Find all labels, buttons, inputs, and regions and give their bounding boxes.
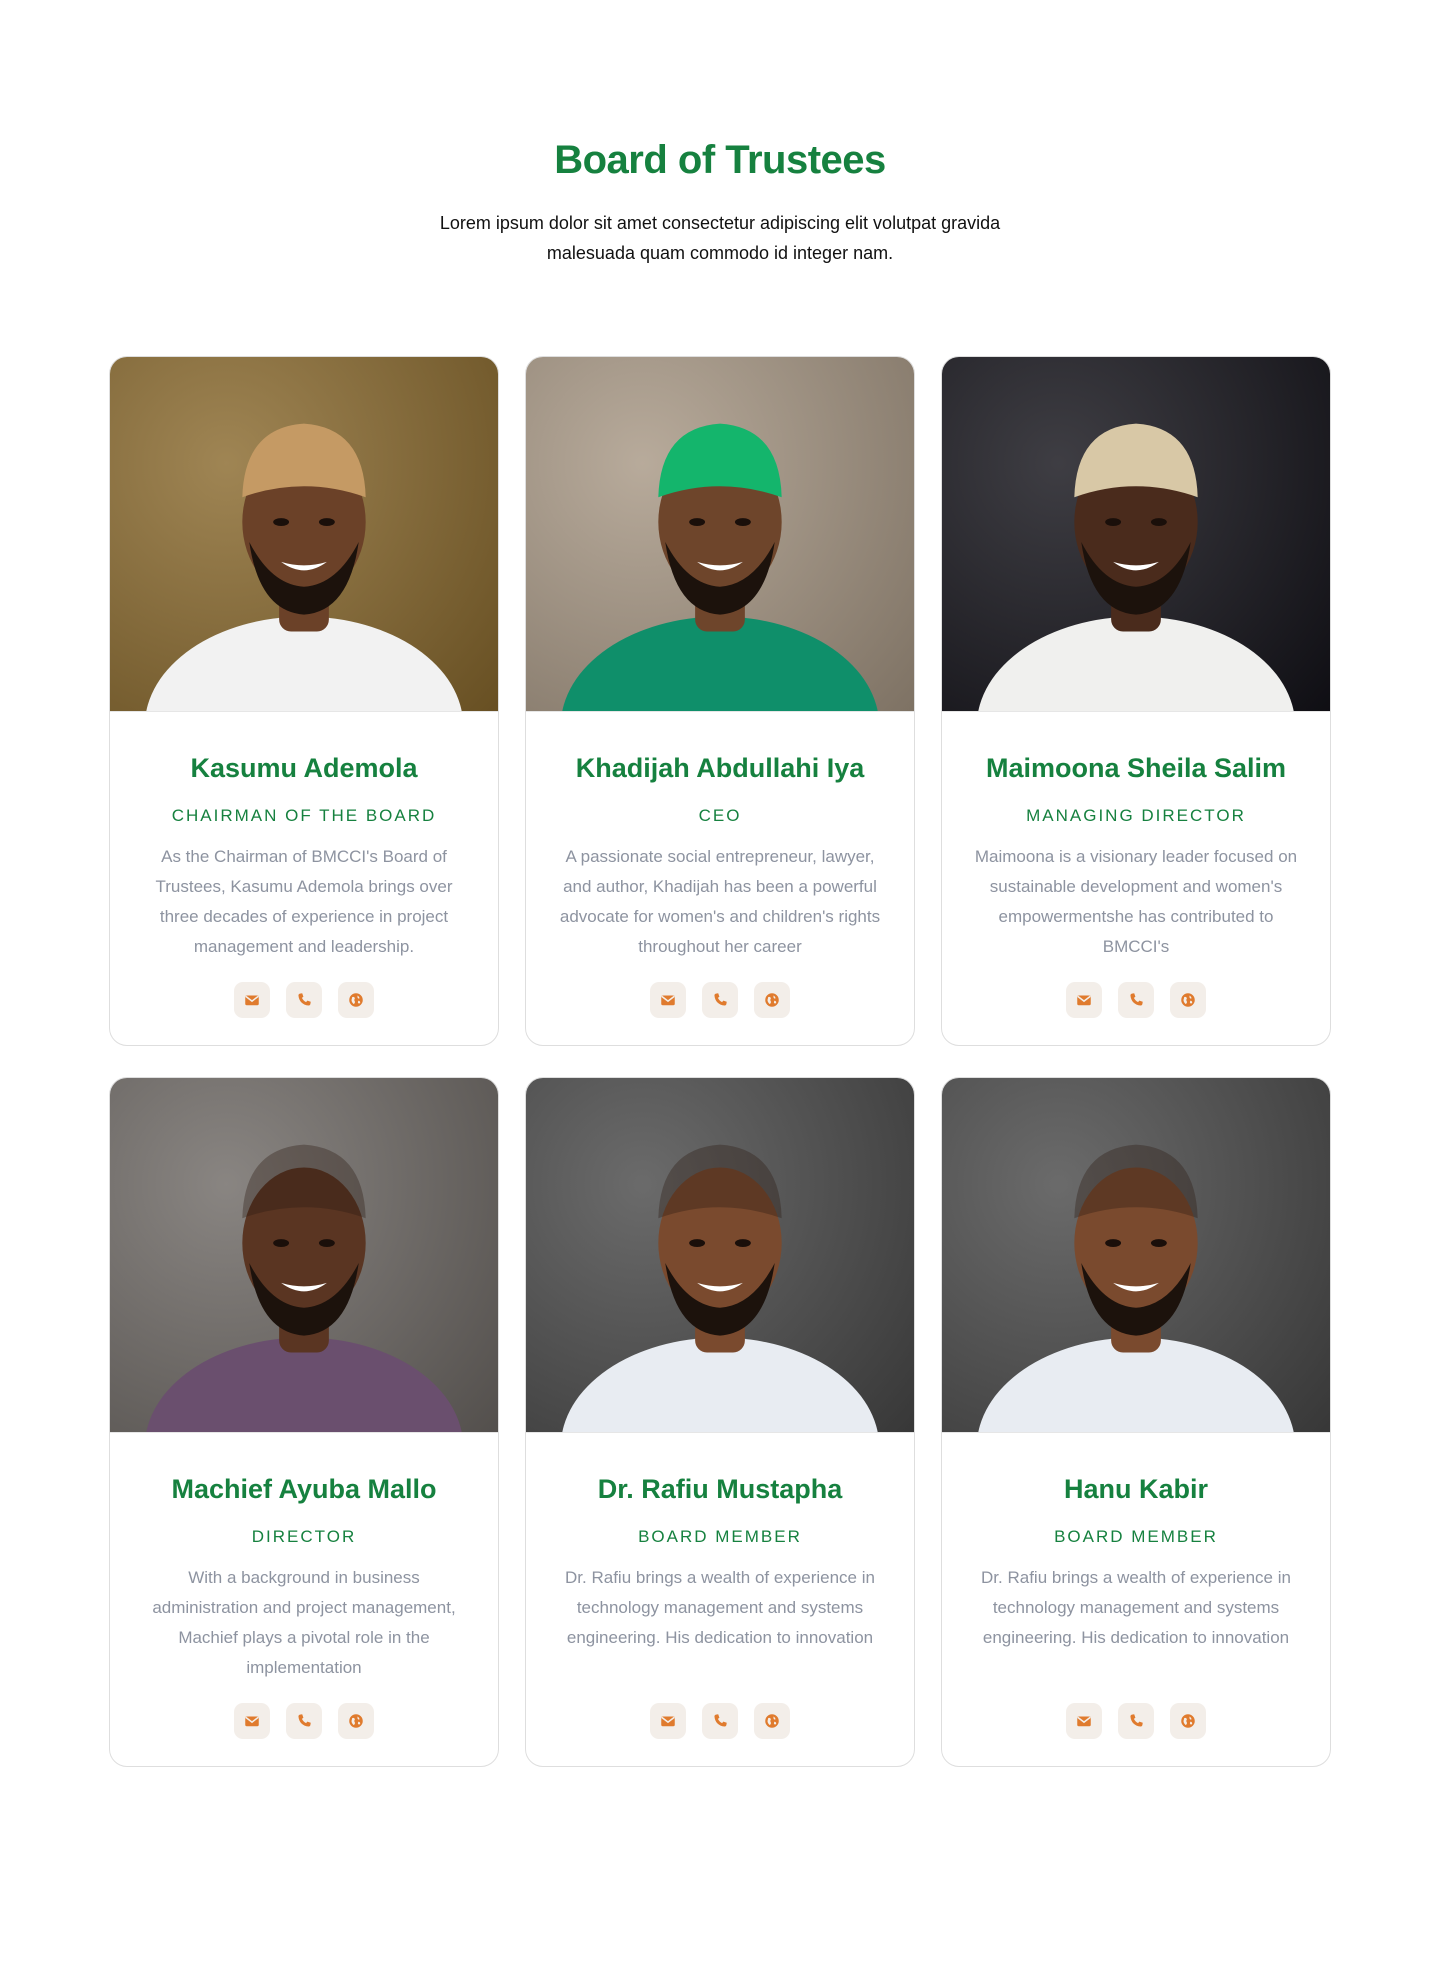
trustee-role: CHAIRMAN OF THE BOARD [171,806,437,825]
envelope-icon [245,995,259,1006]
trustee-card: Dr. Rafiu Mustapha BOARD MEMBER Dr. Rafi… [525,1077,915,1767]
globe-icon [349,1714,363,1728]
trustee-name: Dr. Rafiu Mustapha [597,1474,843,1504]
trustee-card: Kasumu Ademola CHAIRMAN OF THE BOARD As … [109,356,499,1046]
trustee-info: Kasumu Ademola CHAIRMAN OF THE BOARD As … [110,712,498,1018]
trustee-role: BOARD MEMBER [638,1527,802,1546]
envelope-icon [1077,1716,1091,1727]
trustee-role: CEO [698,806,742,825]
contact-icons [966,1703,1306,1739]
phone-button[interactable] [702,1703,738,1739]
phone-icon [298,1714,311,1727]
trustees-grid: Kasumu Ademola CHAIRMAN OF THE BOARD As … [109,356,1331,1767]
trustee-photo [942,357,1330,712]
phone-button[interactable] [1118,982,1154,1018]
globe-icon [1181,993,1195,1007]
phone-button[interactable] [702,982,738,1018]
section-header: Board of Trustees Lorem ipsum dolor sit … [0,128,1440,268]
website-button[interactable] [338,1703,374,1739]
contact-icons [966,982,1306,1018]
contact-icons [134,1703,474,1739]
trustee-bio: Maimoona is a visionary leader focused o… [974,847,1298,956]
email-button[interactable] [650,982,686,1018]
trustee-info: Hanu Kabir BOARD MEMBER Dr. Rafiu brings… [942,1433,1330,1739]
email-button[interactable] [1066,1703,1102,1739]
trustee-info: Machief Ayuba Mallo DIRECTOR With a back… [110,1433,498,1739]
trustee-role: DIRECTOR [251,1527,357,1546]
trustee-card: Khadijah Abdullahi Iya CEO A passionate … [525,356,915,1046]
trustee-bio: Dr. Rafiu brings a wealth of experience … [565,1568,875,1647]
trustee-role: MANAGING DIRECTOR [1026,806,1246,825]
phone-button[interactable] [286,982,322,1018]
page-title: Board of Trustees [554,138,886,182]
trustee-name: Kasumu Ademola [190,753,418,783]
trustee-photo [110,357,498,712]
envelope-icon [1077,995,1091,1006]
contact-icons [550,1703,890,1739]
portrait-illustration [978,1144,1294,1432]
trustee-role: BOARD MEMBER [1054,1527,1218,1546]
globe-icon [1181,1714,1195,1728]
envelope-icon [661,1716,675,1727]
email-button[interactable] [1066,982,1102,1018]
phone-icon [714,1714,727,1727]
globe-icon [349,993,363,1007]
phone-icon [298,993,311,1006]
trustee-bio: A passionate social entrepreneur, lawyer… [559,847,881,956]
trustee-card: Maimoona Sheila Salim MANAGING DIRECTOR … [941,356,1331,1046]
portrait-illustration [146,423,462,711]
trustee-bio: As the Chairman of BMCCI's Board of Trus… [155,847,453,956]
trustee-card: Machief Ayuba Mallo DIRECTOR With a back… [109,1077,499,1767]
contact-icons [134,982,474,1018]
portrait-illustration [562,423,878,711]
trustee-name: Hanu Kabir [1063,1474,1209,1504]
phone-icon [1130,993,1143,1006]
envelope-icon [245,1716,259,1727]
email-button[interactable] [234,982,270,1018]
phone-icon [1130,1714,1143,1727]
trustee-photo [942,1078,1330,1433]
trustee-info: Dr. Rafiu Mustapha BOARD MEMBER Dr. Rafi… [526,1433,914,1739]
website-button[interactable] [754,982,790,1018]
phone-icon [714,993,727,1006]
trustee-card: Hanu Kabir BOARD MEMBER Dr. Rafiu brings… [941,1077,1331,1767]
globe-icon [765,1714,779,1728]
website-button[interactable] [338,982,374,1018]
page-subtitle: Lorem ipsum dolor sit amet consectetur a… [439,213,1001,263]
trustee-bio: With a background in business administra… [152,1568,456,1677]
contact-icons [550,982,890,1018]
website-button[interactable] [1170,1703,1206,1739]
email-button[interactable] [234,1703,270,1739]
phone-button[interactable] [1118,1703,1154,1739]
website-button[interactable] [1170,982,1206,1018]
email-button[interactable] [650,1703,686,1739]
trustee-name: Khadijah Abdullahi Iya [575,753,865,783]
portrait-illustration [978,423,1294,711]
trustee-name: Machief Ayuba Mallo [171,1474,437,1504]
trustee-bio: Dr. Rafiu brings a wealth of experience … [981,1568,1291,1647]
trustee-info: Khadijah Abdullahi Iya CEO A passionate … [526,712,914,1018]
trustee-photo [526,1078,914,1433]
trustee-info: Maimoona Sheila Salim MANAGING DIRECTOR … [942,712,1330,1018]
envelope-icon [661,995,675,1006]
trustee-photo [526,357,914,712]
trustee-photo [110,1078,498,1433]
portrait-illustration [562,1144,878,1432]
globe-icon [765,993,779,1007]
portrait-illustration [146,1144,462,1432]
phone-button[interactable] [286,1703,322,1739]
trustee-name: Maimoona Sheila Salim [985,753,1287,783]
website-button[interactable] [754,1703,790,1739]
